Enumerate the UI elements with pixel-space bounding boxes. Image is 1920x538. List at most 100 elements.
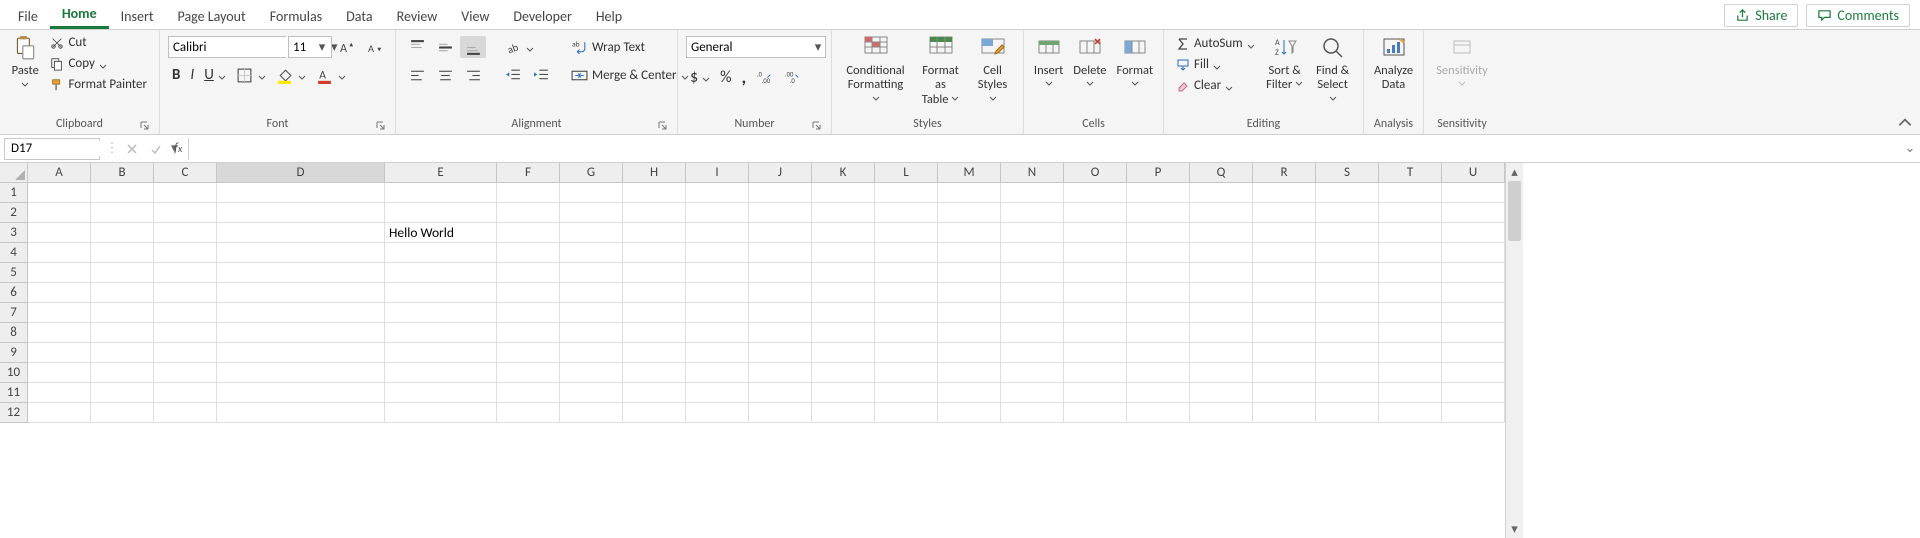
cell-D2[interactable] xyxy=(217,203,385,223)
cell-A9[interactable] xyxy=(28,343,91,363)
cell-A6[interactable] xyxy=(28,283,91,303)
cell-K9[interactable] xyxy=(812,343,875,363)
cell-M7[interactable] xyxy=(938,303,1001,323)
cell-R4[interactable] xyxy=(1253,243,1316,263)
cell-J7[interactable] xyxy=(749,303,812,323)
cell-J8[interactable] xyxy=(749,323,812,343)
cell-I12[interactable] xyxy=(686,403,749,423)
cell-H3[interactable] xyxy=(623,223,686,243)
cell-I1[interactable] xyxy=(686,183,749,203)
align-center-button[interactable] xyxy=(432,64,458,86)
alignment-dialog-launcher[interactable] xyxy=(657,120,669,132)
tab-page-layout[interactable]: Page Layout xyxy=(166,4,258,29)
tab-file[interactable]: File xyxy=(6,4,50,29)
column-header-A[interactable]: A xyxy=(28,163,91,183)
cell-A4[interactable] xyxy=(28,243,91,263)
number-dialog-launcher[interactable] xyxy=(811,120,823,132)
cell-R2[interactable] xyxy=(1253,203,1316,223)
cell-H9[interactable] xyxy=(623,343,686,363)
cell-T10[interactable] xyxy=(1379,363,1442,383)
cell-J2[interactable] xyxy=(749,203,812,223)
column-header-R[interactable]: R xyxy=(1253,163,1316,183)
cell-M6[interactable] xyxy=(938,283,1001,303)
column-header-O[interactable]: O xyxy=(1064,163,1127,183)
cell-U7[interactable] xyxy=(1442,303,1505,323)
cell-I3[interactable] xyxy=(686,223,749,243)
cell-I9[interactable] xyxy=(686,343,749,363)
cell-D9[interactable] xyxy=(217,343,385,363)
scroll-down-button[interactable]: ▾ xyxy=(1506,520,1523,538)
font-dialog-launcher[interactable] xyxy=(375,120,387,132)
tab-home[interactable]: Home xyxy=(50,1,109,29)
cut-button[interactable]: Cut xyxy=(46,33,151,52)
cell-U6[interactable] xyxy=(1442,283,1505,303)
cell-M8[interactable] xyxy=(938,323,1001,343)
cell-B12[interactable] xyxy=(91,403,154,423)
cell-D7[interactable] xyxy=(217,303,385,323)
cell-F11[interactable] xyxy=(497,383,560,403)
vertical-scrollbar[interactable]: ▴ ▾ xyxy=(1505,163,1523,538)
cell-T5[interactable] xyxy=(1379,263,1442,283)
cell-O6[interactable] xyxy=(1064,283,1127,303)
cell-T4[interactable] xyxy=(1379,243,1442,263)
align-bottom-button[interactable] xyxy=(460,36,486,58)
cell-T8[interactable] xyxy=(1379,323,1442,343)
cell-A12[interactable] xyxy=(28,403,91,423)
cell-M3[interactable] xyxy=(938,223,1001,243)
cell-P5[interactable] xyxy=(1127,263,1190,283)
cell-B3[interactable] xyxy=(91,223,154,243)
collapse-ribbon-button[interactable] xyxy=(1896,114,1914,132)
cell-R3[interactable] xyxy=(1253,223,1316,243)
increase-decimal-button[interactable]: .0.00 xyxy=(752,66,778,88)
cell-L8[interactable] xyxy=(875,323,938,343)
merge-center-button[interactable]: Merge & Center xyxy=(566,64,693,86)
cell-S8[interactable] xyxy=(1316,323,1379,343)
cell-P9[interactable] xyxy=(1127,343,1190,363)
cell-J10[interactable] xyxy=(749,363,812,383)
cell-H6[interactable] xyxy=(623,283,686,303)
cell-P4[interactable] xyxy=(1127,243,1190,263)
cell-P7[interactable] xyxy=(1127,303,1190,323)
cell-N2[interactable] xyxy=(1001,203,1064,223)
cell-I8[interactable] xyxy=(686,323,749,343)
cell-U5[interactable] xyxy=(1442,263,1505,283)
scrollbar-thumb[interactable] xyxy=(1508,181,1521,241)
underline-button[interactable]: U xyxy=(200,64,230,86)
enter-formula-button[interactable] xyxy=(144,138,168,160)
column-header-I[interactable]: I xyxy=(686,163,749,183)
clear-button[interactable]: Clear xyxy=(1172,76,1259,95)
cell-Q6[interactable] xyxy=(1190,283,1253,303)
cell-D6[interactable] xyxy=(217,283,385,303)
cell-S3[interactable] xyxy=(1316,223,1379,243)
cell-P11[interactable] xyxy=(1127,383,1190,403)
cell-U10[interactable] xyxy=(1442,363,1505,383)
cell-M1[interactable] xyxy=(938,183,1001,203)
column-header-E[interactable]: E xyxy=(385,163,497,183)
column-header-B[interactable]: B xyxy=(91,163,154,183)
cell-P2[interactable] xyxy=(1127,203,1190,223)
cell-R6[interactable] xyxy=(1253,283,1316,303)
cell-G8[interactable] xyxy=(560,323,623,343)
cell-U1[interactable] xyxy=(1442,183,1505,203)
cell-Q11[interactable] xyxy=(1190,383,1253,403)
tab-data[interactable]: Data xyxy=(334,4,384,29)
cell-T12[interactable] xyxy=(1379,403,1442,423)
cell-K11[interactable] xyxy=(812,383,875,403)
cell-S10[interactable] xyxy=(1316,363,1379,383)
cell-B6[interactable] xyxy=(91,283,154,303)
cell-A5[interactable] xyxy=(28,263,91,283)
cell-J4[interactable] xyxy=(749,243,812,263)
cancel-formula-button[interactable] xyxy=(120,138,144,160)
font-color-button[interactable]: A xyxy=(312,64,350,86)
cell-K5[interactable] xyxy=(812,263,875,283)
cell-E3[interactable]: Hello World xyxy=(385,223,497,243)
cell-G11[interactable] xyxy=(560,383,623,403)
cell-J9[interactable] xyxy=(749,343,812,363)
cell-B2[interactable] xyxy=(91,203,154,223)
row-header-1[interactable]: 1 xyxy=(0,183,28,203)
cell-R9[interactable] xyxy=(1253,343,1316,363)
row-header-8[interactable]: 8 xyxy=(0,323,28,343)
cell-L7[interactable] xyxy=(875,303,938,323)
increase-indent-button[interactable] xyxy=(528,64,554,86)
cell-T9[interactable] xyxy=(1379,343,1442,363)
